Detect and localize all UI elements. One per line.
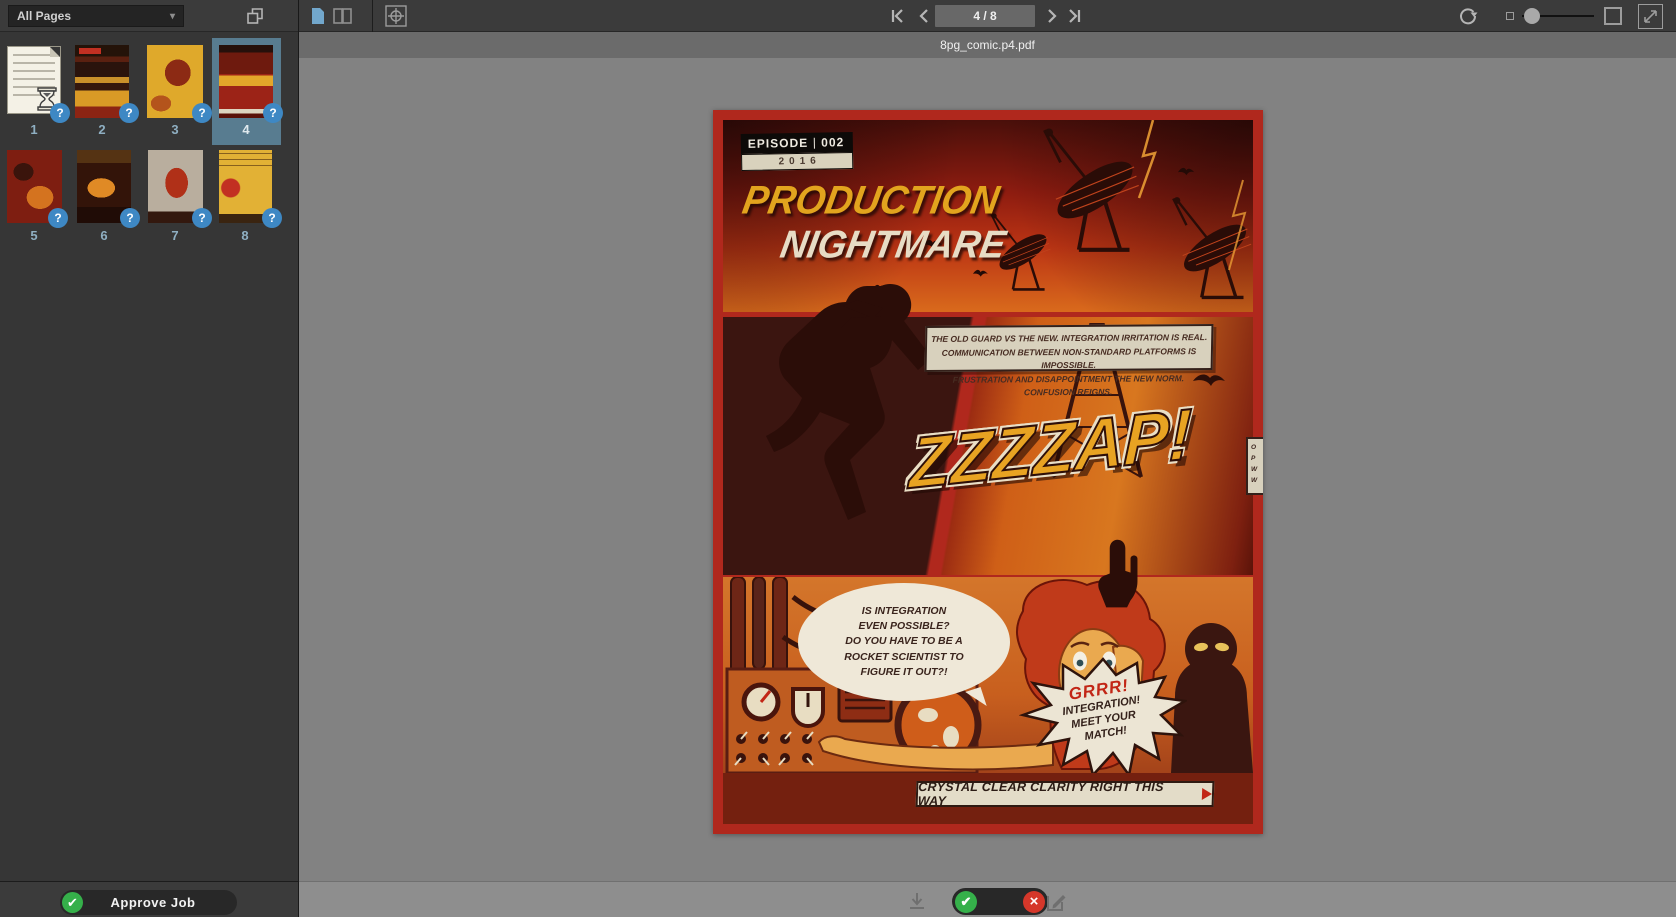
rotate-cw-icon <box>1457 5 1479 27</box>
single-page-view-icon <box>308 6 328 26</box>
page-number-4: 4 <box>219 122 273 137</box>
last-page-button[interactable] <box>1062 4 1086 28</box>
page-thumbnail-1[interactable] <box>8 47 60 113</box>
single-page-view-button[interactable] <box>306 4 330 28</box>
page-indicator[interactable]: 4 / 8 <box>935 5 1035 27</box>
first-page-icon <box>889 7 907 25</box>
annotate-button[interactable] <box>1043 889 1069 915</box>
last-page-icon <box>1065 7 1083 25</box>
page-number-6: 6 <box>77 228 131 243</box>
thumbnail-sidebar: 1 2 3 4 ? ? ? ? 5 6 7 8 ? ? ? ? <box>0 32 298 881</box>
top-toolbar: All Pages ▾ <box>0 0 1676 32</box>
comic-panel-bottom: IS INTEGRATION EVEN POSSIBLE? DO YOU HAV… <box>723 577 1253 773</box>
page-status-badge-8[interactable]: ? <box>262 208 282 228</box>
page-number-2: 2 <box>75 122 129 137</box>
comic-title-line1: PRODUCTION <box>739 179 1002 224</box>
page-number-5: 5 <box>7 228 61 243</box>
next-page-icon <box>1043 7 1061 25</box>
prev-page-icon <box>915 7 933 25</box>
page-number-3: 3 <box>148 122 202 137</box>
sidebar-footer: ✔ Approve Job <box>0 881 298 917</box>
fit-page-button[interactable] <box>1604 7 1622 25</box>
zoom-slider-knob[interactable] <box>1524 8 1540 24</box>
document-canvas[interactable]: 8pg_comic.p4.pdf <box>299 32 1676 917</box>
prev-page-button[interactable] <box>912 4 936 28</box>
page-approval-pill: ✔ × <box>952 888 1048 915</box>
canvas-footer: ✔ × <box>299 881 1676 917</box>
facing-pages-view-button[interactable] <box>331 4 355 28</box>
pages-filter-dropdown[interactable]: All Pages ▾ <box>8 5 184 27</box>
zoom-out-icon[interactable] <box>1506 12 1514 20</box>
page-status-badge-4[interactable]: ? <box>263 103 283 123</box>
page-status-badge-2[interactable]: ? <box>119 103 139 123</box>
page-fold-corner <box>50 47 60 57</box>
approve-check-icon: ✔ <box>62 892 83 913</box>
pointing-hand-art <box>1095 538 1147 616</box>
document-filename: 8pg_comic.p4.pdf <box>940 38 1035 52</box>
filename-bar: 8pg_comic.p4.pdf <box>299 32 1676 58</box>
comic-banner: CRYSTAL CLEAR CLARITY RIGHT THIS WAY <box>916 781 1215 807</box>
approve-page-button[interactable]: ✔ <box>955 891 977 913</box>
episode-year: 2016 <box>741 152 853 171</box>
download-button[interactable] <box>904 889 930 915</box>
comic-title-line2: NIGHTMARE <box>777 223 1009 267</box>
sidebar-canvas-divider <box>298 0 299 917</box>
page-number-8: 8 <box>218 228 272 243</box>
episode-box: EPISODE 002 2016 <box>741 132 854 171</box>
float-window-icon <box>245 6 265 26</box>
fullscreen-button[interactable] <box>1638 4 1663 29</box>
burst-bubble: GRRR! INTEGRATION! MEET YOUR MATCH! <box>1019 657 1187 773</box>
banner-play-icon <box>1202 788 1212 800</box>
fullscreen-icon <box>1642 8 1659 25</box>
episode-number: 002 <box>821 135 844 149</box>
speech-bubble: IS INTEGRATION EVEN POSSIBLE? DO YOU HAV… <box>798 583 1010 701</box>
annotate-pencil-icon <box>1044 890 1068 914</box>
reject-page-button[interactable]: × <box>1023 891 1045 913</box>
page-status-badge-3[interactable]: ? <box>192 103 212 123</box>
approve-job-button[interactable]: ✔ Approve Job <box>60 890 237 915</box>
comic-caption-box: THE OLD GUARD VS THE NEW. INTEGRATION IR… <box>925 324 1214 372</box>
facing-pages-view-icon <box>332 6 354 26</box>
toolbar-separator <box>372 0 373 32</box>
pages-filter-value: All Pages <box>17 9 71 23</box>
float-window-button[interactable] <box>243 4 267 28</box>
registration-target-button[interactable] <box>384 4 408 28</box>
approve-job-label: Approve Job <box>83 895 237 910</box>
rotate-button[interactable] <box>1456 4 1480 28</box>
download-icon <box>906 891 928 913</box>
clipped-text-box: O P W W <box>1246 437 1263 495</box>
chevron-down-icon: ▾ <box>170 11 175 22</box>
page-number-7: 7 <box>148 228 202 243</box>
next-page-button[interactable] <box>1040 4 1064 28</box>
page-number-1: 1 <box>7 122 61 137</box>
comic-page-preview[interactable]: EPISODE 002 2016 PRODUCTION NIGHTMARE <box>713 110 1263 834</box>
page-status-badge-5[interactable]: ? <box>48 208 68 228</box>
page-status-badge-6[interactable]: ? <box>120 208 140 228</box>
first-page-button[interactable] <box>886 4 910 28</box>
episode-label: EPISODE <box>748 136 809 151</box>
page-status-badge-7[interactable]: ? <box>192 208 212 228</box>
registration-target-icon <box>384 4 408 28</box>
page-status-badge-1[interactable]: ? <box>50 103 70 123</box>
episode-divider <box>814 137 815 148</box>
